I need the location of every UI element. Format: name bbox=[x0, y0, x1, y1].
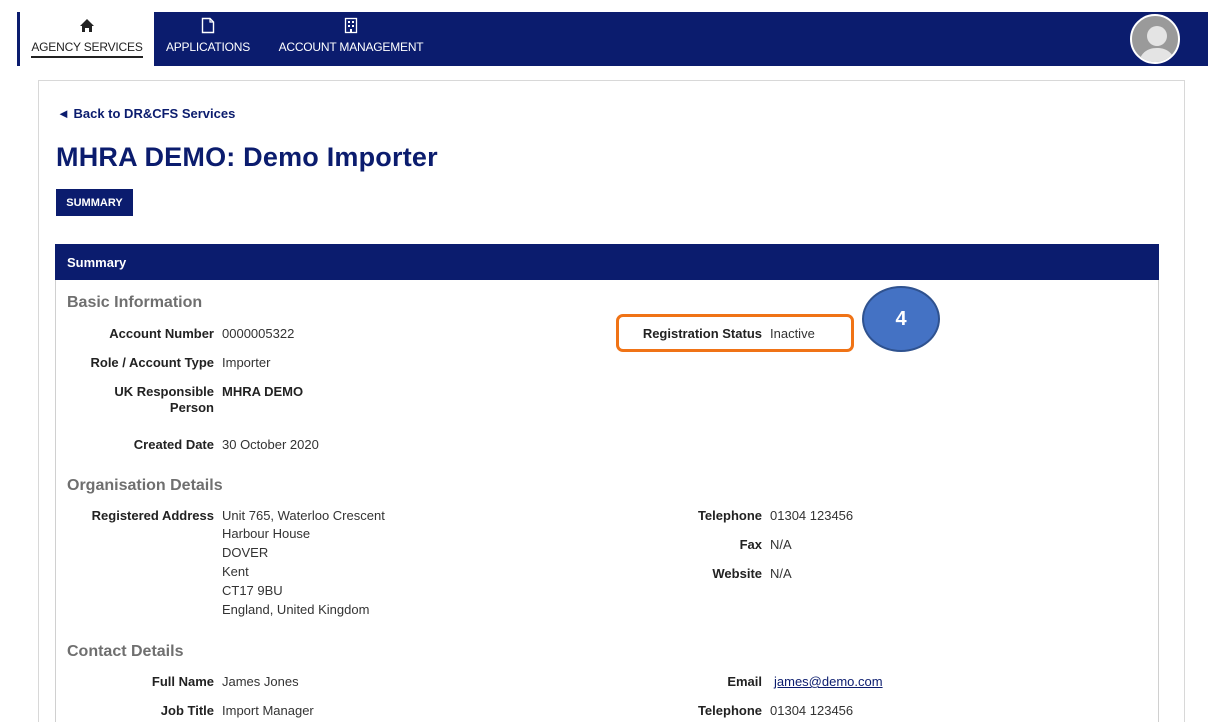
section-basic-information: Basic Information bbox=[67, 294, 203, 311]
uk-responsible-person-label-line1: UK Responsible bbox=[114, 384, 214, 399]
registered-address-line: CT17 9BU bbox=[222, 583, 283, 598]
job-title-value: Import Manager bbox=[222, 703, 314, 718]
fax-label: Fax bbox=[739, 537, 762, 552]
step-callout-badge: 4 bbox=[862, 286, 940, 352]
building-icon bbox=[344, 16, 358, 34]
account-number-label: Account Number bbox=[109, 326, 214, 341]
email-link[interactable]: james@demo.com bbox=[774, 674, 883, 690]
registered-address-line: DOVER bbox=[222, 545, 269, 560]
role-label: Role / Account Type bbox=[90, 355, 214, 370]
page-title: MHRA DEMO: Demo Importer bbox=[56, 142, 438, 172]
section-contact-details: Contact Details bbox=[67, 643, 184, 660]
account-number-value: 0000005322 bbox=[222, 326, 295, 341]
tab-summary[interactable]: SUMMARY bbox=[56, 189, 133, 216]
contact-telephone-label: Telephone bbox=[697, 703, 762, 718]
back-link[interactable]: ◄ Back to DR&CFS Services bbox=[57, 106, 235, 121]
nav-applications[interactable]: APPLICATIONS bbox=[160, 12, 256, 66]
summary-panel-header: Summary bbox=[55, 244, 1159, 280]
role-value: Importer bbox=[222, 355, 271, 370]
user-avatar[interactable] bbox=[1130, 14, 1180, 64]
home-icon bbox=[79, 16, 95, 34]
email-label: Email bbox=[727, 674, 762, 689]
nav-agency-services[interactable]: AGENCY SERVICES bbox=[26, 12, 148, 66]
job-title-label: Job Title bbox=[160, 703, 214, 718]
nav-label-account-management: ACCOUNT MANAGEMENT bbox=[278, 40, 424, 54]
org-telephone-value: 01304 123456 bbox=[770, 508, 854, 523]
registration-status-highlight bbox=[616, 314, 854, 352]
document-icon bbox=[201, 16, 215, 34]
uk-responsible-person-label: UK Responsible Person bbox=[60, 384, 214, 416]
contact-telephone-value: 01304 123456 bbox=[770, 703, 854, 718]
website-value: N/A bbox=[770, 566, 792, 581]
registered-address-line: Kent bbox=[222, 564, 249, 579]
fax-value: N/A bbox=[770, 537, 792, 552]
website-label: Website bbox=[712, 566, 762, 581]
org-telephone-label: Telephone bbox=[697, 508, 762, 523]
created-date-label: Created Date bbox=[133, 437, 214, 452]
full-name-value: James Jones bbox=[222, 674, 299, 689]
registered-address-line: Harbour House bbox=[222, 526, 311, 541]
section-organisation-details: Organisation Details bbox=[67, 477, 223, 494]
nav-account-management[interactable]: ACCOUNT MANAGEMENT bbox=[270, 12, 432, 66]
uk-responsible-person-value: MHRA DEMO bbox=[222, 384, 304, 399]
nav-label-agency-services: AGENCY SERVICES bbox=[31, 40, 143, 58]
uk-responsible-person-label-line2: Person bbox=[169, 400, 214, 415]
registered-address-label: Registered Address bbox=[91, 508, 214, 523]
nav-label-applications: APPLICATIONS bbox=[165, 40, 251, 54]
created-date-value: 30 October 2020 bbox=[222, 437, 319, 452]
full-name-label: Full Name bbox=[151, 674, 214, 689]
registered-address-line: Unit 765, Waterloo Crescent bbox=[222, 508, 385, 523]
registered-address-line: England, United Kingdom bbox=[222, 602, 370, 617]
